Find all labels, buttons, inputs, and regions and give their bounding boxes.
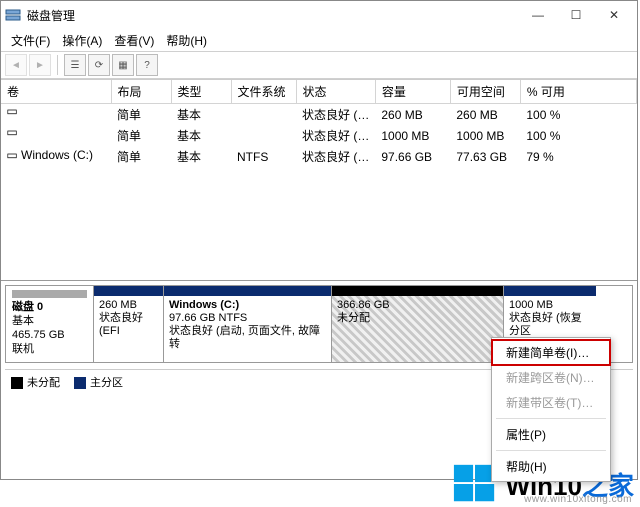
- menu-view[interactable]: 查看(V): [108, 30, 160, 51]
- settings-button[interactable]: ▦: [112, 54, 134, 76]
- legend-primary: 主分区: [74, 374, 123, 390]
- col-free[interactable]: 可用空间: [450, 80, 520, 104]
- partition[interactable]: Windows (C:)97.66 GB NTFS状态良好 (启动, 页面文件,…: [164, 286, 332, 362]
- table-row[interactable]: ▭简单基本状态良好 (…1000 MB1000 MB100 %: [1, 125, 637, 146]
- toolbar-separator: [57, 55, 58, 75]
- refresh-button[interactable]: ⟳: [88, 54, 110, 76]
- col-layout[interactable]: 布局: [111, 80, 171, 104]
- ctx-new-striped-volume: 新建带区卷(T)…: [492, 390, 610, 415]
- volume-table: 卷 布局 类型 文件系统 状态 容量 可用空间 % 可用 ▭简单基本状态良好 (…: [1, 80, 637, 167]
- maximize-button[interactable]: ☐: [557, 2, 595, 28]
- volume-list[interactable]: 卷 布局 类型 文件系统 状态 容量 可用空间 % 可用 ▭简单基本状态良好 (…: [1, 80, 637, 280]
- disk-management-window: 磁盘管理 — ☐ ✕ 文件(F) 操作(A) 查看(V) 帮助(H) ◄ ► ☰…: [0, 0, 638, 480]
- menubar: 文件(F) 操作(A) 查看(V) 帮助(H): [1, 29, 637, 51]
- menu-action[interactable]: 操作(A): [56, 30, 108, 51]
- minimize-button[interactable]: —: [519, 2, 557, 28]
- graphical-view: 磁盘 0 基本 465.75 GB 联机 260 MB状态良好 (EFIWind…: [1, 280, 637, 398]
- disk-size: 465.75 GB: [12, 328, 87, 342]
- swatch-unalloc-icon: [11, 377, 23, 389]
- close-button[interactable]: ✕: [595, 2, 633, 28]
- disk-header[interactable]: 磁盘 0 基本 465.75 GB 联机: [6, 286, 94, 362]
- disk-header-bar: [12, 290, 87, 298]
- views-button[interactable]: ☰: [64, 54, 86, 76]
- table-row[interactable]: ▭简单基本状态良好 (…260 MB260 MB100 %: [1, 104, 637, 126]
- disk-label: 磁盘 0: [12, 300, 87, 314]
- app-icon: [5, 7, 21, 23]
- col-volume[interactable]: 卷: [1, 80, 111, 104]
- toolbar: ◄ ► ☰ ⟳ ▦ ?: [1, 51, 637, 79]
- help-button[interactable]: ?: [136, 54, 158, 76]
- menu-file[interactable]: 文件(F): [5, 30, 56, 51]
- content-area: 卷 布局 类型 文件系统 状态 容量 可用空间 % 可用 ▭简单基本状态良好 (…: [1, 79, 637, 479]
- col-status[interactable]: 状态: [296, 80, 375, 104]
- ctx-separator: [496, 450, 606, 451]
- col-type[interactable]: 类型: [171, 80, 231, 104]
- swatch-primary-icon: [74, 377, 86, 389]
- ctx-properties[interactable]: 属性(P): [492, 422, 610, 447]
- partition[interactable]: 366.86 GB未分配: [332, 286, 504, 362]
- col-fs[interactable]: 文件系统: [231, 80, 296, 104]
- partition[interactable]: 260 MB状态良好 (EFI: [94, 286, 164, 362]
- window-controls: — ☐ ✕: [519, 2, 633, 28]
- col-capacity[interactable]: 容量: [375, 80, 450, 104]
- disk-status: 联机: [12, 342, 87, 356]
- col-pctfree[interactable]: % 可用: [520, 80, 636, 104]
- table-row[interactable]: ▭Windows (C:)简单基本NTFS状态良好 (…97.66 GB77.6…: [1, 146, 637, 167]
- back-button: ◄: [5, 54, 27, 76]
- menu-help[interactable]: 帮助(H): [160, 30, 213, 51]
- titlebar: 磁盘管理 — ☐ ✕: [1, 1, 637, 29]
- forward-button: ►: [29, 54, 51, 76]
- window-title: 磁盘管理: [27, 7, 519, 24]
- ctx-new-spanned-volume: 新建跨区卷(N)…: [492, 365, 610, 390]
- ctx-help[interactable]: 帮助(H): [492, 454, 610, 479]
- context-menu: 新建简单卷(I)… 新建跨区卷(N)… 新建带区卷(T)… 属性(P) 帮助(H…: [491, 337, 611, 482]
- legend-unalloc: 未分配: [11, 374, 60, 390]
- disk-type: 基本: [12, 314, 87, 328]
- ctx-separator: [496, 418, 606, 419]
- watermark-url: www.win10xitong.com: [524, 494, 632, 505]
- ctx-new-simple-volume[interactable]: 新建简单卷(I)…: [492, 340, 610, 365]
